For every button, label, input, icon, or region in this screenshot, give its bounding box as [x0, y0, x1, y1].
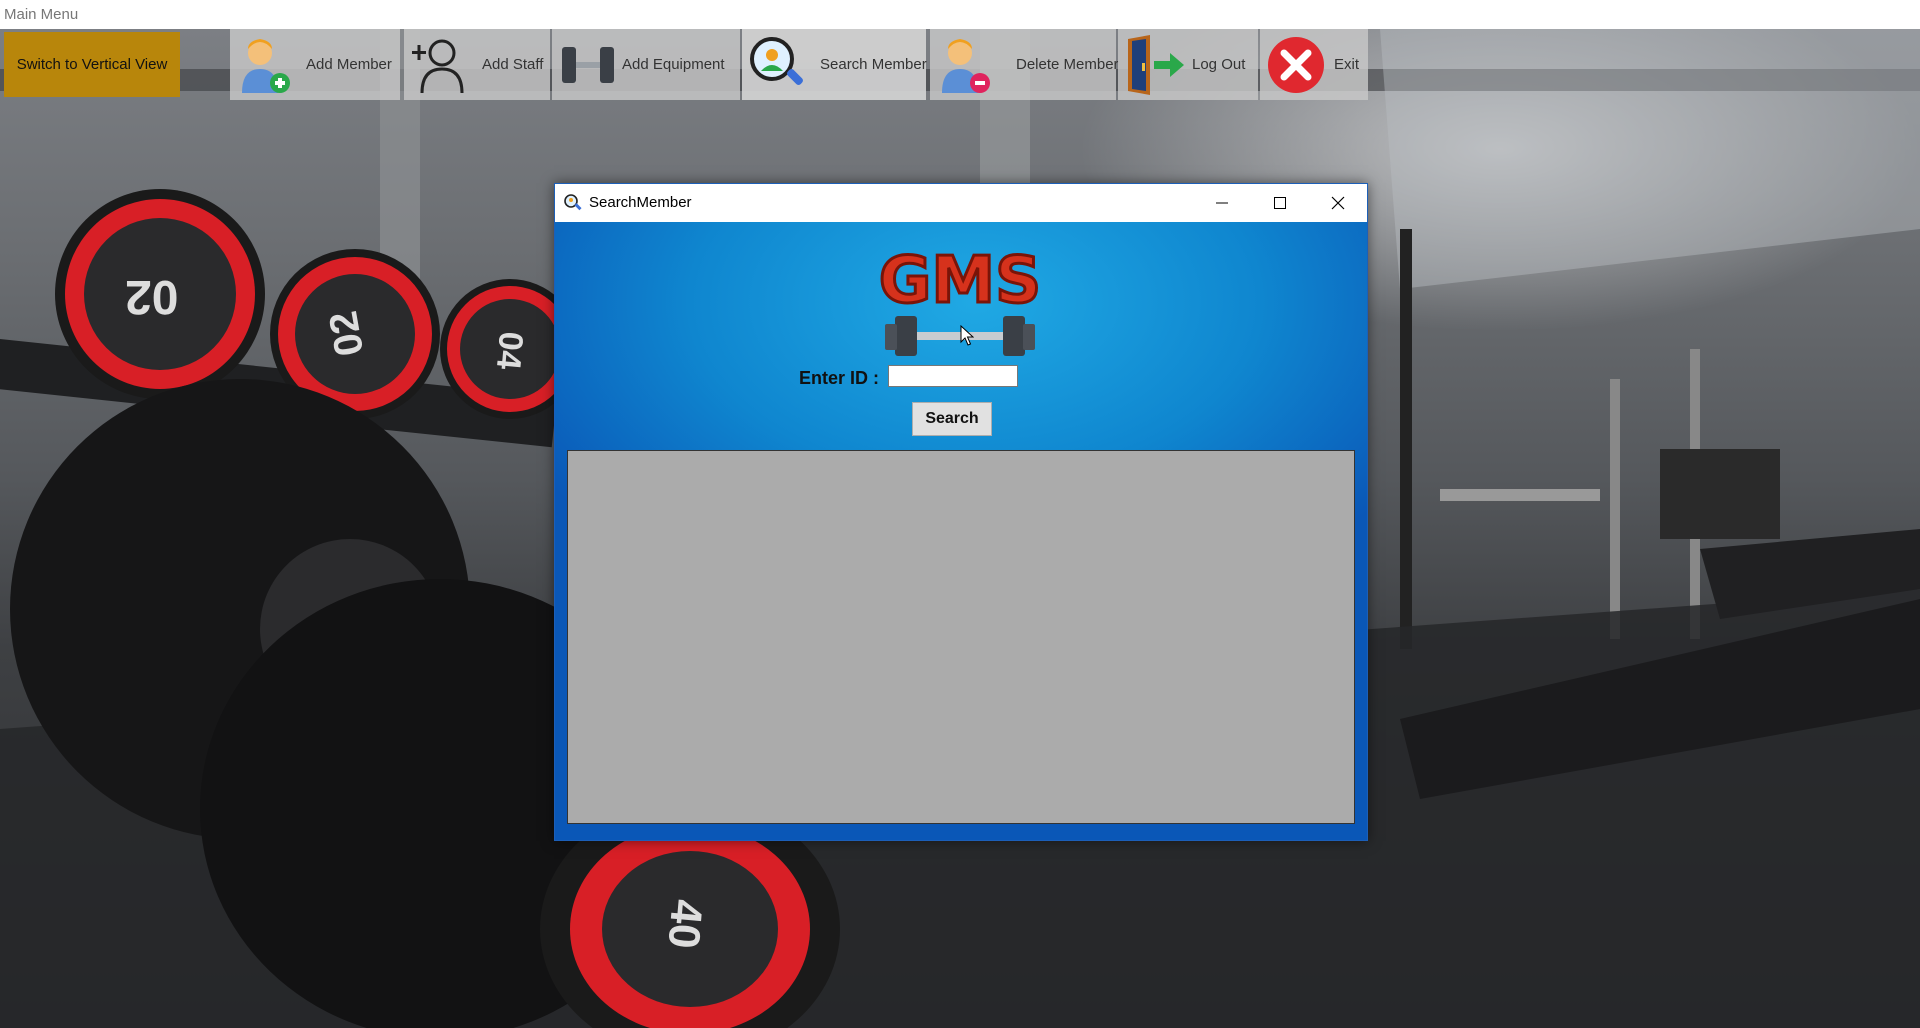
main-window-titlebar: Main Menu — [0, 0, 1920, 29]
switch-to-vertical-view-button[interactable]: Switch to Vertical View — [4, 32, 180, 97]
plate-label: 02 — [321, 307, 373, 360]
logout-door-icon — [1128, 34, 1184, 95]
member-id-input[interactable] — [888, 365, 1018, 387]
minimize-button[interactable] — [1193, 184, 1251, 222]
dialog-titlebar[interactable]: SearchMember — [555, 184, 1367, 222]
close-icon — [1331, 196, 1345, 210]
exit-button[interactable]: Exit — [1260, 29, 1368, 100]
search-member-dialog: SearchMember GMS Enter ID : Search — [554, 183, 1368, 841]
search-member-icon — [750, 36, 803, 85]
exit-label: Exit — [1334, 56, 1360, 73]
search-results-grid[interactable] — [567, 450, 1355, 824]
search-member-button[interactable]: Search Member — [742, 29, 927, 100]
add-staff-icon — [412, 39, 464, 93]
add-staff-label: Add Staff — [482, 56, 544, 73]
search-member-icon — [564, 194, 582, 211]
logo-text: GMS — [879, 244, 1041, 318]
plate-label: 40 — [658, 897, 712, 951]
exit-icon — [1268, 36, 1324, 93]
add-member-label: Add Member — [306, 56, 392, 73]
maximize-button[interactable] — [1251, 184, 1309, 222]
enter-id-label: Enter ID : — [799, 368, 880, 388]
log-out-button[interactable]: Log Out — [1118, 29, 1258, 100]
add-equipment-label: Add Equipment — [622, 56, 725, 73]
delete-member-button[interactable]: Delete Member — [930, 29, 1119, 100]
add-staff-button[interactable]: Add Staff — [404, 29, 550, 100]
mouse-cursor-icon — [960, 325, 974, 346]
delete-member-label: Delete Member — [1016, 56, 1119, 73]
close-button[interactable] — [1309, 184, 1367, 222]
main-window-title: Main Menu — [4, 6, 79, 23]
dumbbell-icon — [562, 46, 614, 83]
plate-label: 04 — [488, 330, 530, 372]
delete-member-icon — [942, 38, 990, 93]
maximize-icon — [1274, 197, 1286, 209]
minimize-icon — [1216, 202, 1228, 204]
plate-label: 02 — [125, 270, 179, 323]
search-button[interactable]: Search — [912, 402, 992, 436]
search-member-label: Search Member — [820, 56, 927, 73]
dialog-title: SearchMember — [589, 194, 692, 211]
main-toolbar: Switch to Vertical View Add Member Add S… — [0, 29, 1370, 100]
dialog-body: GMS Enter ID : Search — [555, 222, 1367, 840]
add-member-button[interactable]: Add Member — [230, 29, 400, 100]
add-equipment-button[interactable]: Add Equipment — [552, 29, 740, 100]
add-member-icon — [242, 38, 290, 93]
log-out-label: Log Out — [1192, 56, 1246, 73]
